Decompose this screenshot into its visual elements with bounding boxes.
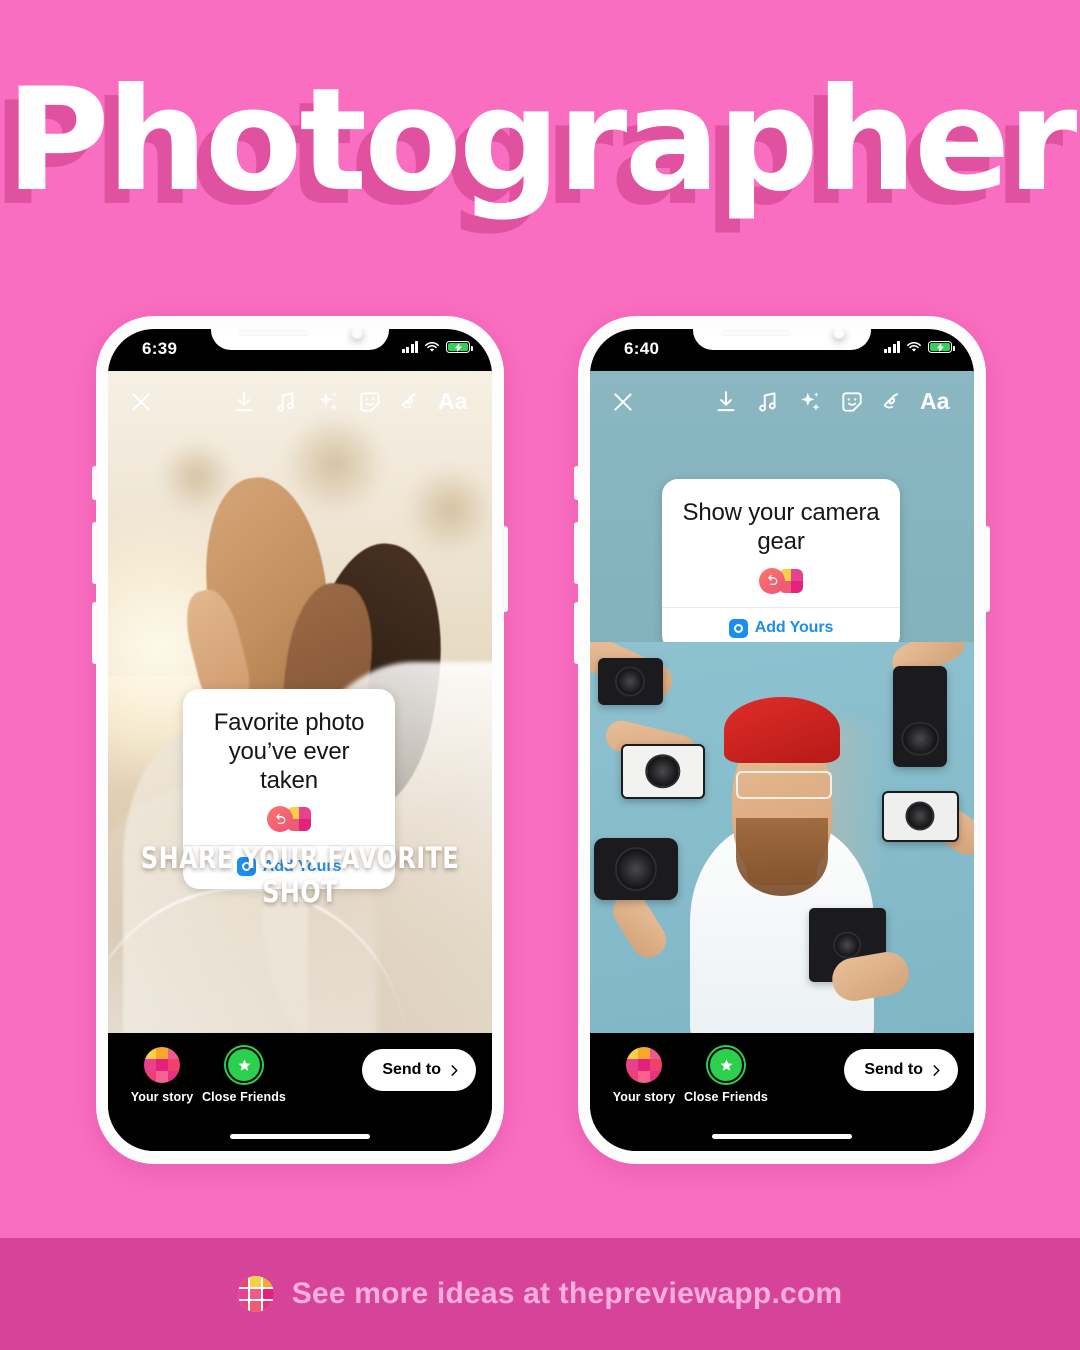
draw-icon[interactable] [399,389,425,415]
front-camera-icon [833,329,845,339]
cellular-bars-icon [401,341,418,353]
send-to-label: Send to [382,1061,441,1078]
battery-charging-icon [928,341,955,353]
preview-grid-avatar-icon [626,1047,662,1083]
volume-down-button[interactable] [92,602,98,664]
sticker-icon[interactable] [357,389,383,415]
your-story-button[interactable]: Your story [600,1047,688,1104]
phone-screen-left: 6:39 Aa Favorite photo you’ve ever taken… [108,329,492,1151]
send-to-button[interactable]: Send to [844,1049,958,1091]
download-icon[interactable] [713,389,739,415]
camera-telephoto [893,665,948,768]
page-title-text: Photographer [5,58,1078,223]
phone-screen-right: 6:40 Aa Show your camera gear Add Yours … [590,329,974,1151]
phone-mockup-right: 6:40 Aa Show your camera gear Add Yours … [574,316,990,1164]
music-icon[interactable] [273,389,299,415]
mute-switch[interactable] [92,466,98,500]
wifi-icon [907,342,921,352]
front-camera-icon [351,329,363,339]
add-yours-sticker[interactable]: Show your camera gear Add Yours [662,479,900,651]
close-friends-button[interactable]: Close Friends [682,1047,770,1104]
status-bar: 6:39 [108,329,492,371]
text-aa-icon[interactable]: Aa [438,388,467,415]
page-title: Photographer [0,70,1080,212]
mute-switch[interactable] [574,466,580,500]
preview-grid-logo-icon [237,1276,274,1312]
close-friends-label: Close Friends [684,1090,768,1104]
red-beanie [724,697,840,764]
preview-grid-avatar-icon [144,1047,180,1083]
story-toolbar: Aa [590,383,974,423]
volume-down-button[interactable] [574,602,580,664]
camera-dslr [593,837,679,901]
power-button[interactable] [984,526,990,612]
volume-up-button[interactable] [92,522,98,584]
status-time: 6:40 [624,339,660,358]
close-icon[interactable] [128,389,154,415]
chevron-right-icon [451,1064,458,1076]
draw-icon[interactable] [881,389,907,415]
notch [693,329,871,350]
earpiece-speaker-icon [239,330,309,336]
story-canvas-right: Aa Show your camera gear Add Yours [590,371,974,1033]
chevron-right-icon [933,1064,940,1076]
camera-gear-photo [590,642,974,1033]
home-indicator [230,1134,370,1139]
close-friends-button[interactable]: Close Friends [200,1047,288,1104]
sticker-prompt: Favorite photo you’ve ever taken [213,709,365,794]
camera-film-left [620,743,706,799]
bokeh-tree [284,410,385,517]
close-icon[interactable] [610,389,636,415]
send-to-label: Send to [864,1061,923,1078]
story-caption[interactable]: SHARE YOUR FAVORITE SHOT [123,841,476,909]
status-time: 6:39 [142,339,178,358]
camera-badge-icon [728,618,748,638]
bokeh-tree [407,463,492,557]
green-star-icon [226,1047,262,1083]
camera-top-left [597,658,663,705]
cellular-bars-icon [883,341,900,353]
reply-arrow-icon [759,567,785,594]
earpiece-speaker-icon [721,330,791,336]
download-icon[interactable] [231,389,257,415]
green-star-icon [708,1047,744,1083]
your-story-button[interactable]: Your story [118,1047,206,1104]
home-indicator [712,1134,852,1139]
glasses-icon [735,771,832,799]
sparkles-icon[interactable] [797,389,823,415]
your-story-label: Your story [130,1090,194,1104]
battery-charging-icon [446,341,473,353]
footer-text: See more ideas at thepreviewapp.com [291,1277,843,1310]
add-yours-label: Add Yours [754,619,834,637]
footer-bar: See more ideas at thepreviewapp.com [0,1238,1080,1350]
sticker-icon[interactable] [839,389,865,415]
send-to-button[interactable]: Send to [362,1049,476,1091]
camera-rangefinder [881,790,959,842]
person-beard [735,818,829,897]
close-friends-label: Close Friends [202,1090,286,1104]
power-button[interactable] [502,526,508,612]
status-bar: 6:40 [590,329,974,371]
story-bottom-bar: Your story Close Friends Send to [108,1033,492,1151]
volume-up-button[interactable] [574,522,580,584]
story-toolbar: Aa [108,383,492,423]
your-story-label: Your story [612,1090,676,1104]
phone-mockup-left: 6:39 Aa Favorite photo you’ve ever taken… [92,316,508,1164]
notch [211,329,389,350]
wifi-icon [425,342,439,352]
sticker-prompt: Show your camera gear [682,499,880,555]
text-aa-icon[interactable]: Aa [920,388,949,415]
story-canvas-left: Aa Favorite photo you’ve ever taken Add … [108,371,492,1033]
sparkles-icon[interactable] [315,389,341,415]
music-icon[interactable] [755,389,781,415]
story-bottom-bar: Your story Close Friends Send to [590,1033,974,1151]
